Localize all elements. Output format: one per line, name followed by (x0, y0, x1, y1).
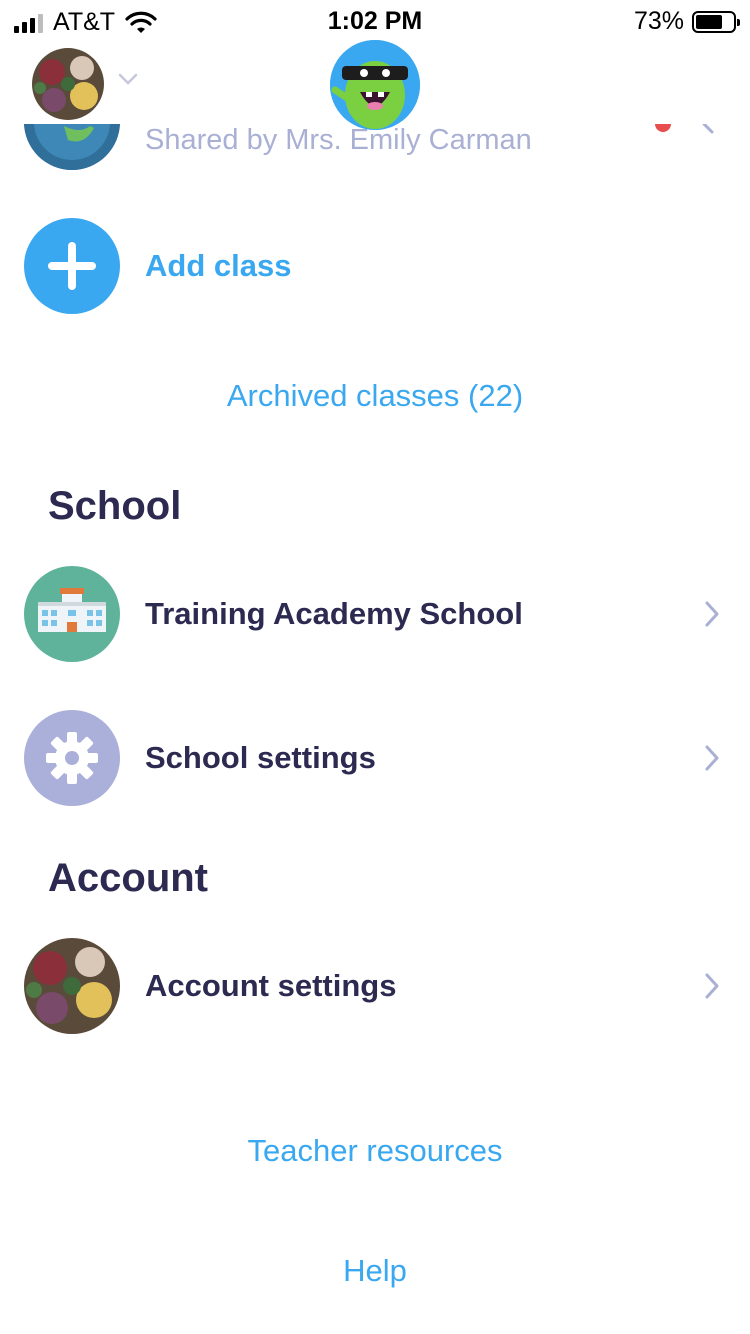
add-class-label: Add class (145, 248, 292, 283)
battery-percent: 73% (633, 7, 684, 35)
section-title-school: School (48, 484, 182, 528)
school-settings-label: School settings (145, 740, 376, 775)
battery-icon (692, 10, 740, 33)
account-settings-item[interactable]: Account settings (0, 938, 750, 1034)
chevron-right-icon (705, 601, 719, 627)
chevron-down-icon[interactable] (118, 72, 138, 86)
school-item-label: Training Academy School (145, 596, 523, 631)
classdojo-logo (330, 40, 420, 130)
add-class-button[interactable]: Add class (0, 218, 750, 314)
chevron-right-icon (705, 745, 719, 771)
school-building-icon (24, 566, 120, 662)
section-title-account: Account (48, 856, 208, 900)
notification-dot (655, 124, 671, 132)
teacher-resources-link[interactable]: Teacher resources (0, 1133, 750, 1169)
gear-icon (24, 710, 120, 806)
battery-fill (696, 14, 722, 29)
chevron-right-icon (705, 973, 719, 999)
user-photo-roses-icon (24, 938, 120, 1034)
battery-cap (737, 18, 740, 26)
plus-icon (24, 218, 120, 314)
user-photo-roses-icon (32, 48, 104, 120)
account-avatar (24, 938, 120, 1034)
shared-by-label: Shared by Mrs. Emily Carman (145, 124, 532, 156)
account-settings-label: Account settings (145, 968, 397, 1003)
school-item-training-academy[interactable]: Training Academy School (0, 566, 750, 662)
school-settings-item[interactable]: School settings (0, 710, 750, 806)
status-bar: AT&T 1:02 PM 73% (0, 0, 750, 40)
archived-classes-link[interactable]: Archived classes (22) (0, 378, 750, 414)
status-right: 73% (633, 7, 740, 36)
help-link[interactable]: Help (0, 1253, 750, 1289)
monster-logo-icon (330, 40, 420, 130)
profile-avatar[interactable] (32, 48, 104, 120)
chevron-right-icon (702, 124, 714, 134)
